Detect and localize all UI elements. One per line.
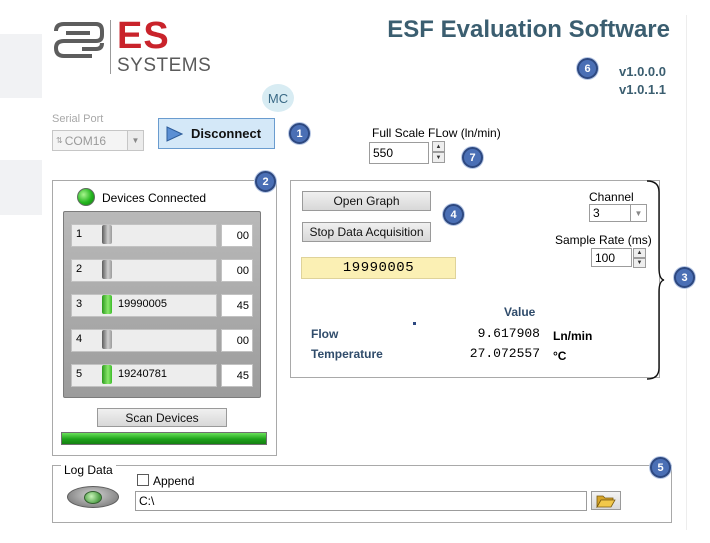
devices-connected-label: Devices Connected <box>102 191 207 205</box>
logo-divider <box>110 20 111 74</box>
device-value: 45 <box>221 294 253 317</box>
serial-port-select[interactable]: ⇅ COM16 ▼ <box>52 130 144 151</box>
device-status-indicator <box>102 295 112 314</box>
channel-label: Channel <box>589 190 634 204</box>
spin-up-icon[interactable]: ▲ <box>432 141 445 152</box>
log-path-value: C:\ <box>139 494 155 508</box>
sample-rate-input[interactable]: 100 <box>591 248 632 267</box>
spin-down-icon[interactable]: ▼ <box>432 152 445 163</box>
device-status-indicator <box>102 225 112 244</box>
browse-folder-button[interactable] <box>591 491 621 510</box>
device-status-indicator <box>102 365 112 384</box>
device-row-5[interactable]: 5 19240781 45 <box>71 364 253 387</box>
device-value: 00 <box>221 224 253 247</box>
badge-3: 3 <box>674 267 695 288</box>
measurement-name: Flow <box>311 327 339 341</box>
value-header: Value <box>504 305 536 319</box>
device-index: 1 <box>76 228 83 240</box>
cursor-mark <box>413 322 416 325</box>
disconnect-button[interactable]: Disconnect <box>158 118 275 149</box>
device-value: 00 <box>221 259 253 282</box>
log-led-icon <box>84 490 102 504</box>
device-index: 5 <box>76 368 83 380</box>
log-path-input[interactable]: C:\ <box>135 491 587 511</box>
channel-select[interactable]: 3 ▼ <box>589 204 647 222</box>
edge-strip-bottom <box>0 160 42 215</box>
open-graph-button[interactable]: Open Graph <box>302 191 431 211</box>
selected-serial-display: 19990005 <box>301 257 456 279</box>
sample-rate-label: Sample Rate (ms) <box>555 233 652 247</box>
device-serial: 19990005 <box>118 298 167 310</box>
full-scale-input[interactable]: 550 <box>369 142 429 164</box>
badge-5: 5 <box>650 457 671 478</box>
scan-progress-fill <box>62 433 266 444</box>
device-serial: 19240781 <box>118 368 167 380</box>
play-icon <box>166 125 183 142</box>
disconnect-label: Disconnect <box>191 126 262 141</box>
measurement-name: Temperature <box>311 347 383 361</box>
measurement-unit: °C <box>553 349 567 363</box>
device-status-indicator <box>102 260 112 279</box>
badge-1: 1 <box>289 123 310 144</box>
serial-port-label: Serial Port <box>52 113 104 125</box>
badge-6: 6 <box>577 58 598 79</box>
stop-acquisition-button[interactable]: Stop Data Acquisition <box>302 222 431 242</box>
device-row-cell <box>71 329 217 352</box>
device-row-4[interactable]: 4 00 <box>71 329 253 352</box>
full-scale-value: 550 <box>373 146 394 160</box>
channel-value: 3 <box>593 206 600 220</box>
serial-port-icon: ⇅ <box>56 136 63 145</box>
version-1: v1.0.0.0 <box>619 64 666 79</box>
device-row-2[interactable]: 2 00 <box>71 259 253 282</box>
badge-2: 2 <box>255 171 276 192</box>
devices-list: 1 00 2 00 3 19990005 45 4 00 5 19240781 … <box>63 211 261 398</box>
measurement-value: 9.617908 <box>477 326 540 341</box>
log-data-title: Log Data <box>61 463 116 477</box>
app-title: ESF Evaluation Software <box>387 16 670 43</box>
device-index: 4 <box>76 333 83 345</box>
device-row-cell <box>71 259 217 282</box>
device-row-1[interactable]: 1 00 <box>71 224 253 247</box>
append-checkbox[interactable] <box>137 474 149 486</box>
log-toggle-button[interactable] <box>67 486 119 508</box>
full-scale-label: Full Scale FLow (ln/min) <box>372 126 501 140</box>
scan-devices-button[interactable]: Scan Devices <box>97 408 227 427</box>
scan-progress-bar <box>61 432 267 445</box>
device-index: 3 <box>76 298 83 310</box>
device-row-cell <box>71 224 217 247</box>
section-brace <box>646 180 665 380</box>
device-status-indicator <box>102 330 112 349</box>
serial-port-value: COM16 <box>64 133 107 148</box>
logo-letters: ES <box>117 15 170 57</box>
logo-mark-icon <box>53 22 104 58</box>
measurement-unit: Ln/min <box>553 329 593 343</box>
edge-strip-top <box>0 34 42 98</box>
device-index: 2 <box>76 263 83 275</box>
badge-4: 4 <box>443 204 464 225</box>
device-value: 00 <box>221 329 253 352</box>
chevron-down-icon: ▼ <box>630 205 646 221</box>
full-scale-stepper[interactable]: ▲ ▼ <box>432 141 445 163</box>
folder-open-icon <box>596 495 616 508</box>
device-row-3[interactable]: 3 19990005 45 <box>71 294 253 317</box>
measurement-value: 27.072557 <box>469 346 540 361</box>
connected-led-icon <box>77 188 95 206</box>
sample-rate-value: 100 <box>595 250 616 265</box>
append-label: Append <box>153 474 195 488</box>
logo-subtitle: SYSTEMS <box>117 55 212 76</box>
version-2: v1.0.1.1 <box>619 82 666 97</box>
mc-badge: MC <box>262 84 294 112</box>
device-value: 45 <box>221 364 253 387</box>
badge-7: 7 <box>462 147 483 168</box>
chevron-down-icon: ▼ <box>127 131 143 150</box>
